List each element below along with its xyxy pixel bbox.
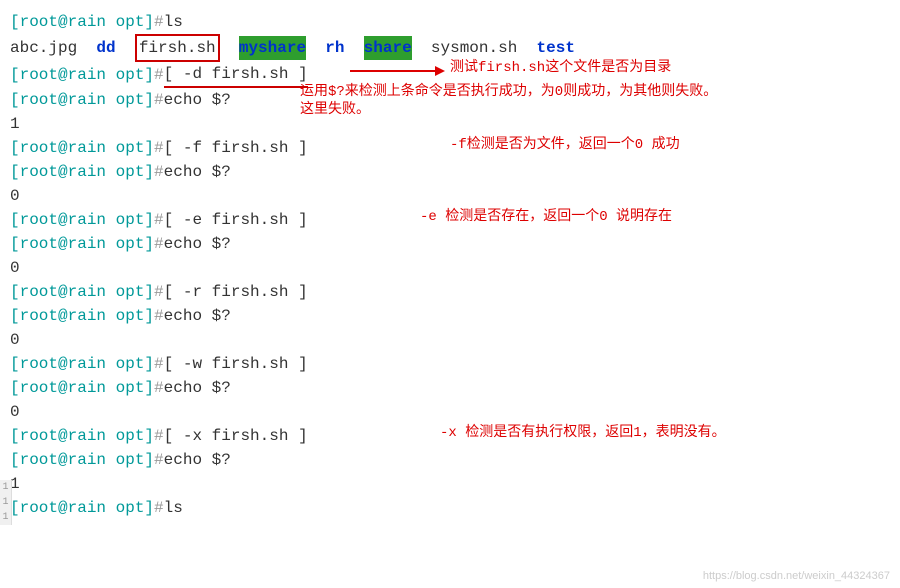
hash-symbol: # [154,496,164,520]
output-line: 0 [10,400,890,424]
hash-symbol: # [154,136,164,160]
dir-rh: rh [325,36,344,60]
gutter-num: 1 [0,480,11,495]
file-firsh-highlighted: firsh.sh [135,34,220,62]
command-text: echo $? [164,232,231,256]
watermark-text: https://blog.csdn.net/weixin_44324367 [703,568,890,585]
command-text: ls [164,496,183,520]
shell-prompt: [root@rain opt] [10,280,154,304]
output-line: 0 [10,328,890,352]
output-line: 0 [10,256,890,280]
output-line: 1 [10,112,890,136]
terminal-line: [root@rain opt]#echo $? [10,304,890,328]
hash-symbol: # [154,88,164,112]
shell-prompt: [root@rain opt] [10,352,154,376]
command-text: echo $? [164,304,231,328]
shell-prompt: [root@rain opt] [10,232,154,256]
annotation-x-test: -x 检测是否有执行权限，返回1，表明没有。 [440,423,726,444]
annotation-e-test: -e 检测是否存在，返回一个0 说明存在 [420,207,672,228]
gutter-num: 1 [0,495,11,510]
exit-code: 0 [10,328,20,352]
hash-symbol: # [154,63,164,87]
shell-prompt: [root@rain opt] [10,376,154,400]
command-text: [ -r firsh.sh ] [164,280,308,304]
hash-symbol: # [154,208,164,232]
exit-code: 0 [10,400,20,424]
shell-prompt: [root@rain opt] [10,304,154,328]
command-text: [ -w firsh.sh ] [164,352,308,376]
annotation-echo-explain2: 这里失败。 [300,100,370,121]
output-line: 0 [10,184,890,208]
shell-prompt: [root@rain opt] [10,424,154,448]
dir-dd: dd [96,36,115,60]
shell-prompt: [root@rain opt] [10,208,154,232]
annotation-d-test: 测试firsh.sh这个文件是否为目录 [450,58,671,79]
gutter-num: 1 [0,510,11,525]
command-text: echo $? [164,376,231,400]
hash-symbol: # [154,448,164,472]
terminal-line: [root@rain opt]#ls [10,10,890,34]
shell-prompt: [root@rain opt] [10,63,154,87]
hash-symbol: # [154,424,164,448]
hash-symbol: # [154,280,164,304]
shell-prompt: [root@rain opt] [10,496,154,520]
file-sysmon: sysmon.sh [431,36,517,60]
terminal-line: [root@rain opt]#echo $? [10,376,890,400]
hash-symbol: # [154,304,164,328]
command-text: [ -e firsh.sh ] [164,208,308,232]
terminal-line: [root@rain opt]#ls [10,496,890,520]
exit-code: 1 [10,112,20,136]
shell-prompt: [root@rain opt] [10,448,154,472]
output-line: 1 [10,472,890,496]
command-text: ls [164,10,183,34]
terminal-line: [root@rain opt]#echo $? [10,232,890,256]
dir-test: test [537,36,575,60]
file-abc: abc.jpg [10,36,77,60]
command-text: echo $? [164,88,231,112]
command-text: [ -d firsh.sh ] [164,62,308,88]
hash-symbol: # [154,232,164,256]
terminal-line: [root@rain opt]#echo $? [10,160,890,184]
terminal-line: [root@rain opt]#echo $? [10,448,890,472]
command-text: echo $? [164,160,231,184]
annotation-f-test: -f检测是否为文件，返回一个0 成功 [450,135,680,156]
line-gutter: 1 1 1 [0,480,12,525]
terminal-line: [root@rain opt]#[ -r firsh.sh ] [10,280,890,304]
shell-prompt: [root@rain opt] [10,160,154,184]
command-text: echo $? [164,448,231,472]
arrow-icon [350,63,450,79]
shell-prompt: [root@rain opt] [10,10,154,34]
hash-symbol: # [154,160,164,184]
terminal-line: [root@rain opt]#[ -w firsh.sh ] [10,352,890,376]
shell-prompt: [root@rain opt] [10,88,154,112]
hash-symbol: # [154,376,164,400]
hash-symbol: # [154,352,164,376]
command-text: [ -x firsh.sh ] [164,424,308,448]
hash-symbol: # [154,10,164,34]
exit-code: 0 [10,184,20,208]
shell-prompt: [root@rain opt] [10,136,154,160]
dir-myshare: myshare [239,36,306,60]
exit-code: 0 [10,256,20,280]
command-text: [ -f firsh.sh ] [164,136,308,160]
dir-share: share [364,36,412,60]
